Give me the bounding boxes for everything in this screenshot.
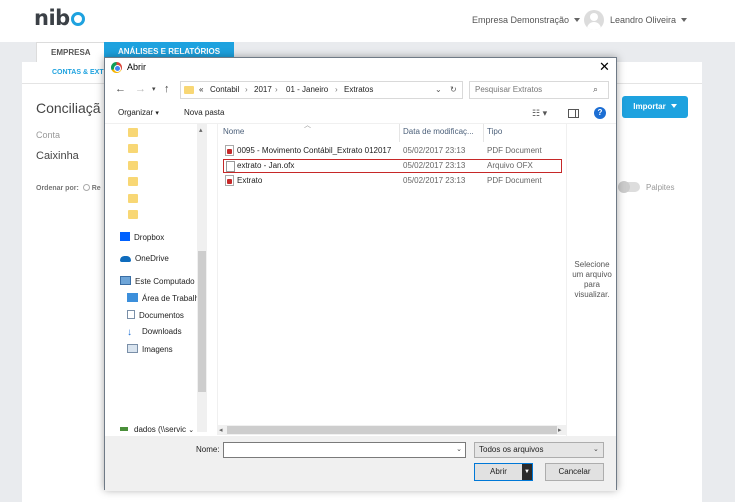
file-row[interactable]: Extrato 05/02/2017 23:13 PDF Document [223,174,562,188]
breadcrumb-janeiro[interactable]: 01 - Janeiro [286,85,328,94]
dialog-toolbar: Organizar ▾ Nova pasta ☷ ▾ ? [105,102,616,124]
scroll-thumb[interactable] [198,251,206,392]
filename-input[interactable]: ⌄ [223,442,466,458]
preview-pane-icon[interactable] [568,109,579,118]
page-title: Conciliaçã [36,100,101,116]
folder-icon[interactable] [128,144,138,153]
sort-ascending-icon: ︿ [304,122,311,129]
dialog-titlebar[interactable]: Abrir ✕ [105,58,616,78]
dialog-title: Abrir [127,62,147,72]
folder-icon[interactable] [128,210,138,219]
chevron-down-icon [670,104,677,108]
close-icon[interactable]: ✕ [599,59,610,75]
dialog-footer: Nome: ⌄ Todos os arquivos ⌄ Abrir ▼ Canc… [105,436,616,491]
download-arrow-icon: ↓ [127,327,132,338]
view-options-icon[interactable]: ☷ ▾ [532,108,547,119]
tab-empresa[interactable]: EMPRESA [36,42,106,62]
chrome-icon [111,62,122,73]
sort-radio[interactable] [82,184,90,191]
preview-message: Selecione um arquivo para visualizar. [572,260,612,299]
ordenar-por: Ordenar por: Re [36,184,101,192]
file-row[interactable]: 0095 - Movimento Contábil_Extrato 012017… [223,144,562,158]
nav-scrollbar[interactable]: ▴ [197,124,207,432]
scroll-left-icon[interactable]: ◂ [219,426,223,434]
preview-pane: Selecione um arquivo para visualizar. [566,124,616,446]
file-list: ︿ Nome Data de modificaç... Tipo 0095 - … [217,122,566,432]
palpites-label: Palpites [646,183,675,192]
column-name[interactable]: Nome [223,127,244,136]
scroll-right-icon[interactable]: ▸ [558,426,562,434]
import-button[interactable]: Importar [622,96,688,118]
breadcrumb-extratos[interactable]: Extratos [344,85,373,94]
scroll-up-icon[interactable]: ▴ [199,126,203,134]
chevron-down-icon[interactable]: ⌄ [456,445,462,453]
open-options-dropdown[interactable]: ▼ [522,464,532,480]
refresh-icon[interactable]: ↻ [450,85,457,94]
search-input[interactable]: Pesquisar Extratos ⌕ [469,81,609,99]
nav-item-this-pc[interactable]: Este Computado [120,276,195,286]
breadcrumb-contabil[interactable]: Contabil [210,85,239,94]
dropbox-icon [120,232,130,241]
chevron-down-icon [574,18,581,22]
folder-icon[interactable] [128,177,138,186]
nav-item-onedrive[interactable]: OneDrive [120,254,169,263]
organize-menu[interactable]: Organizar ▾ [118,108,159,117]
open-file-dialog: Abrir ✕ ← → ▾ ↑ « Contabil › 2017 › 01 -… [104,57,617,491]
top-bar: nib Empresa Demonstração Leandro Oliveir… [0,0,735,42]
breadcrumb-2017[interactable]: 2017 [254,85,272,94]
chevron-down-icon [681,18,688,22]
images-icon [127,344,138,353]
up-arrow-icon[interactable]: ↑ [164,83,170,95]
chevron-down-icon: ⌄ [593,446,599,453]
search-placeholder: Pesquisar Extratos [475,85,543,94]
help-icon[interactable]: ? [594,107,606,119]
nav-item-dropbox[interactable]: Dropbox [120,232,164,242]
folder-icon [184,86,194,94]
conta-value[interactable]: Caixinha [36,150,79,162]
new-folder-button[interactable]: Nova pasta [184,108,224,117]
conta-label: Conta [36,130,61,140]
address-row: ← → ▾ ↑ « Contabil › 2017 › 01 - Janeiro… [105,78,616,102]
computer-icon [120,276,131,285]
folder-icon[interactable] [128,194,138,203]
open-button[interactable]: Abrir ▼ [474,463,533,481]
nav-item-network-drive[interactable]: dados (\\servic ⌄ [120,425,194,434]
back-arrow-icon[interactable]: ← [115,83,126,95]
nibo-logo[interactable]: nib [34,6,85,30]
scroll-thumb[interactable] [227,426,557,434]
cloud-icon [120,256,131,262]
file-row-selected[interactable]: extrato - Jan.ofx 05/02/2017 23:13 Arqui… [223,159,562,173]
user-menu[interactable]: Leandro Oliveira [610,15,688,25]
filename-label: Nome: [196,445,220,454]
nav-item-desktop[interactable]: Área de Trabalh [127,293,199,303]
nav-item-images[interactable]: Imagens [127,344,173,354]
folder-icon[interactable] [128,161,138,170]
nav-item-downloads[interactable]: ↓ Downloads [127,327,182,338]
document-icon [226,161,235,172]
palpites-toggle[interactable] [618,181,640,193]
file-type-select[interactable]: Todos os arquivos ⌄ [474,442,604,458]
navigation-pane: Dropbox OneDrive Este Computado Área de … [105,124,208,446]
file-list-hscrollbar[interactable]: ◂ ▸ [217,425,566,435]
chevron-down-icon[interactable]: ⌄ [435,85,442,94]
desktop-icon [127,293,138,302]
address-bar[interactable]: « Contabil › 2017 › 01 - Janeiro › Extra… [180,81,463,99]
breadcrumb-overflow[interactable]: « [199,85,203,94]
column-date[interactable]: Data de modificaç... [403,127,474,136]
forward-arrow-icon[interactable]: → [135,83,146,95]
company-selector[interactable]: Empresa Demonstração [472,15,581,25]
nav-item-documents[interactable]: Documentos [127,310,184,320]
network-drive-icon [120,427,128,431]
pdf-icon [225,175,234,186]
search-icon: ⌕ [593,84,599,94]
subnav-contas-extratos[interactable]: CONTAS & EXT [52,69,104,76]
documents-icon [127,310,135,319]
folder-icon[interactable] [128,128,138,137]
cancel-button[interactable]: Cancelar [545,463,604,481]
recent-chevron-icon[interactable]: ▾ [152,85,156,93]
column-type[interactable]: Tipo [487,127,502,136]
pdf-icon [225,145,234,156]
avatar[interactable] [584,10,604,30]
